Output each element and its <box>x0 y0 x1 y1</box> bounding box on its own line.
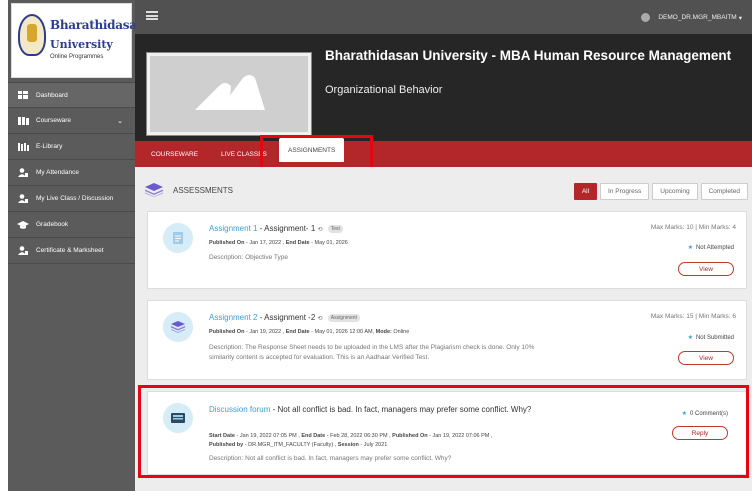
discussion-highlight-box <box>138 385 749 478</box>
logo-line-2: University <box>50 38 113 51</box>
chevron-down-icon: ⌄ <box>117 118 123 125</box>
type-tag: Assignment <box>327 314 360 322</box>
sidebar-item-label: Courseware <box>36 117 72 124</box>
assignment-title: Assignment 1 - Assignment- 1 ⟲ Test <box>209 224 343 233</box>
assignment-link[interactable]: Assignment 1 <box>209 224 257 233</box>
sidebar-item-label: Certificate & Marksheet <box>36 247 104 254</box>
library-icon <box>17 142 29 151</box>
dashboard-icon <box>17 91 29 100</box>
course-subtitle: Organizational Behavior <box>325 84 443 96</box>
sidebar-item-label: Gradebook <box>36 221 69 228</box>
avatar <box>641 13 651 22</box>
chevron-down-icon: ▾ <box>738 14 742 22</box>
graduation-cap-icon <box>17 220 29 229</box>
filter-upcoming[interactable]: Upcoming <box>652 183 698 200</box>
sidebar-item-label: My Live Class / Discussion <box>36 195 114 202</box>
assignment-name: - Assignment- 1 <box>257 224 316 233</box>
sidebar: Bharathidasan University Online Programm… <box>8 0 145 491</box>
filter-all[interactable]: All <box>573 183 598 200</box>
link-icon: ⟲ <box>317 227 323 233</box>
assignment-layers-icon <box>163 312 193 342</box>
marks-info: Max Marks: 15 | Min Marks: 6 <box>650 313 736 320</box>
books-icon <box>17 116 29 125</box>
assessments-header: ASSESSMENTS <box>145 183 233 197</box>
sidebar-item-e-library[interactable]: E-Library <box>8 134 135 160</box>
layers-icon <box>145 183 163 197</box>
test-icon <box>163 223 193 253</box>
user-icon <box>17 194 29 203</box>
assessment-filters: All In Progress Upcoming Completed <box>573 183 748 200</box>
assignment-card: Assignment 2 - Assignment -2 ⟲ Assignmen… <box>147 300 747 380</box>
assessments-title: ASSESSMENTS <box>173 185 234 195</box>
sidebar-item-certificate-marksheet[interactable]: Certificate & Marksheet <box>8 238 135 264</box>
star-icon: ★ <box>687 335 693 341</box>
sidebar-item-label: My Attendance <box>36 169 79 176</box>
type-tag: Test <box>327 225 343 233</box>
image-placeholder-icon <box>195 75 265 110</box>
tab-courseware[interactable]: COURSEWARE <box>151 141 198 167</box>
assignment-description: Description: Objective Type <box>209 254 288 261</box>
user-icon <box>17 246 29 255</box>
user-menu[interactable]: DEMO_DR.MGR_MBAITM ▾ <box>641 13 742 22</box>
assignment-link[interactable]: Assignment 2 <box>209 313 257 322</box>
assignment-meta: Published On - Jan 19, 2022 , End Date -… <box>209 329 410 335</box>
sidebar-item-dashboard[interactable]: Dashboard <box>8 82 135 108</box>
course-title: Bharathidasan University - MBA Human Res… <box>325 48 732 63</box>
logo-line-3: Online Programmes <box>50 54 104 60</box>
top-bar: DEMO_DR.MGR_MBAITM ▾ <box>135 0 752 34</box>
sidebar-item-label: Dashboard <box>36 91 68 99</box>
assignment-name: - Assignment -2 <box>257 313 316 322</box>
status-badge: ★ Not Submitted <box>687 335 734 341</box>
user-name: DEMO_DR.MGR_MBAITM <box>658 14 737 21</box>
assignment-title: Assignment 2 - Assignment -2 ⟲ Assignmen… <box>209 313 360 322</box>
assignment-description: Description: The Response Sheet needs to… <box>209 344 535 361</box>
course-header: Bharathidasan University - MBA Human Res… <box>135 34 752 141</box>
university-logo[interactable]: Bharathidasan University Online Programm… <box>11 3 145 78</box>
course-tabs: COURSEWARE LIVE CLASSES ASSIGNMENTS <box>135 138 752 167</box>
view-button[interactable]: View <box>678 262 734 276</box>
university-emblem-icon <box>18 14 46 56</box>
sidebar-item-courseware[interactable]: Courseware ⌄ <box>8 108 135 134</box>
sidebar-item-my-attendance[interactable]: My Attendance <box>8 160 135 186</box>
sidebar-item-label: E-Library <box>36 143 63 150</box>
assignment-meta: Published On - Jan 17, 2022 , End Date -… <box>209 240 348 246</box>
course-thumbnail <box>146 52 312 136</box>
link-icon: ⟲ <box>317 316 323 322</box>
star-icon: ★ <box>687 245 693 251</box>
status-badge: ★ Not Attempted <box>687 245 734 251</box>
marks-info: Max Marks: 10 | Min Marks: 4 <box>650 224 736 231</box>
menu-toggle-icon[interactable] <box>146 11 158 20</box>
filter-in-progress[interactable]: In Progress <box>600 183 650 200</box>
view-button[interactable]: View <box>678 351 734 365</box>
filter-completed[interactable]: Completed <box>700 183 748 200</box>
user-icon <box>17 168 29 177</box>
logo-line-1: Bharathidasan <box>50 18 146 32</box>
sidebar-item-gradebook[interactable]: Gradebook <box>8 212 135 238</box>
assignment-card: Assignment 1 - Assignment- 1 ⟲ Test Publ… <box>147 211 747 289</box>
sidebar-nav: Dashboard Courseware ⌄ E-Library My Atte… <box>8 82 135 264</box>
sidebar-item-live-class-discussion[interactable]: My Live Class / Discussion <box>8 186 135 212</box>
